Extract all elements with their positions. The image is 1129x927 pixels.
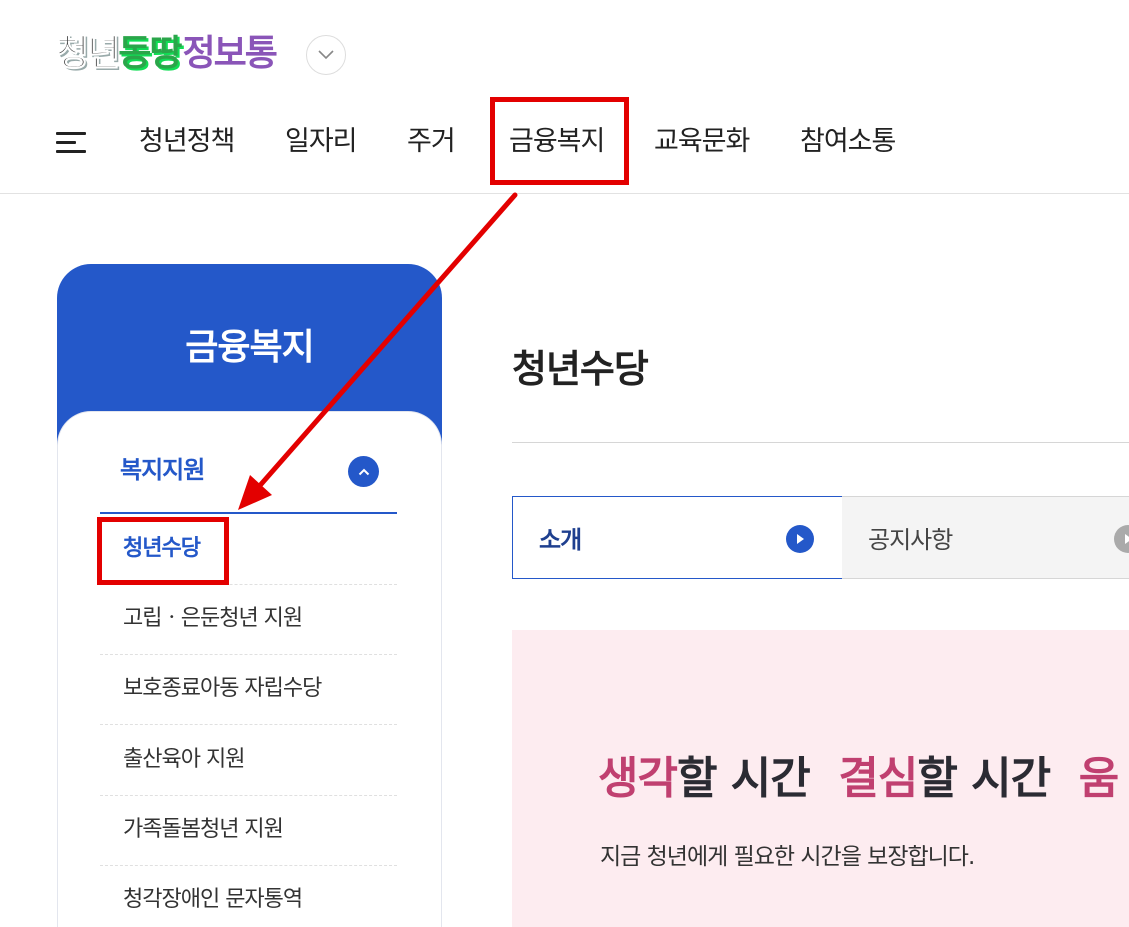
annotation-arrow-icon	[238, 192, 518, 510]
